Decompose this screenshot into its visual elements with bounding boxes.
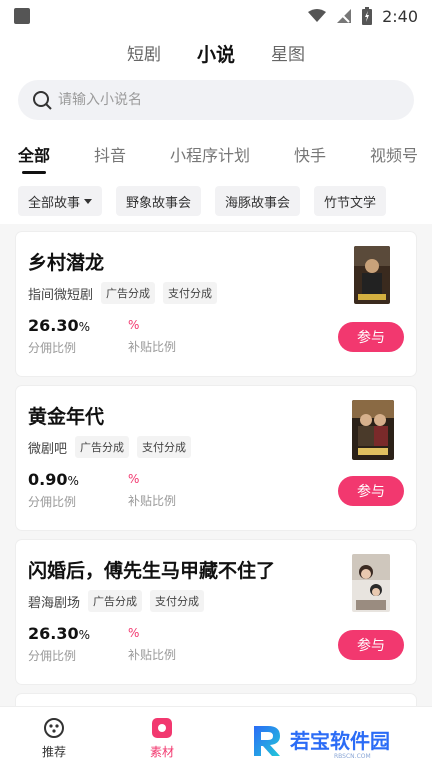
category-kuaishou[interactable]: 快手 — [294, 142, 326, 166]
status-icons: 2:40 — [308, 7, 418, 26]
tag-pay-share: 支付分成 — [163, 282, 218, 304]
battery-icon — [362, 7, 373, 25]
subsidy-label: 补贴比例 — [128, 494, 177, 508]
header-area: 短剧 小说 星图 全部 抖音 小程序计划 快手 视频号 全部故事 野象故事会 海… — [0, 32, 432, 224]
tab-novel[interactable]: 小说 — [197, 42, 235, 68]
search-icon — [33, 91, 52, 110]
status-time: 2:40 — [382, 6, 418, 26]
filter-zhujie[interactable]: 竹节文学 — [314, 186, 387, 216]
search-bar[interactable] — [18, 80, 414, 120]
tag-pay-share: 支付分成 — [150, 590, 205, 612]
category-tabs: 全部 抖音 小程序计划 快手 视频号 — [18, 140, 418, 174]
filter-yexiang[interactable]: 野象故事会 — [116, 186, 202, 216]
filter-haitun[interactable]: 海豚故事会 — [215, 186, 301, 216]
watermark-text: 若宝软件园 — [289, 729, 390, 753]
commission-rate: 26.30% 分佣比例 — [28, 624, 90, 664]
rate-value: 26.30 — [28, 316, 79, 335]
novel-source: 指间微短剧 — [28, 287, 94, 303]
subsidy-unit: % — [128, 318, 140, 332]
watermark-logo: 若宝软件园 RBSCN.COM — [250, 720, 420, 760]
tag-ad-share: 广告分成 — [101, 282, 156, 304]
subsidy-unit: % — [128, 472, 140, 486]
material-icon — [152, 718, 172, 738]
commission-rate: 0.90% 分佣比例 — [28, 470, 79, 510]
filter-label: 野象故事会 — [126, 195, 192, 211]
nav-recommend-label: 推荐 — [41, 745, 66, 759]
novel-source: 碧海剧场 — [28, 595, 81, 611]
novel-cover-image — [352, 400, 394, 460]
status-bar: 2:40 — [0, 0, 432, 32]
search-input[interactable] — [58, 92, 378, 108]
subsidy-rate: % 补贴比例 — [128, 626, 176, 663]
join-button[interactable]: 参与 — [338, 630, 404, 660]
nav-material-label: 素材 — [149, 745, 174, 759]
caret-down-icon — [84, 198, 93, 204]
join-button[interactable]: 参与 — [338, 322, 404, 352]
novel-title: 闪婚后，傅先生马甲藏不住了 — [28, 560, 276, 582]
novel-meta: 碧海剧场 广告分成 支付分成 — [28, 590, 205, 612]
tag-pay-share: 支付分成 — [137, 436, 192, 458]
novel-cover-image — [352, 554, 390, 612]
commission-rate: 26.30% 分佣比例 — [28, 316, 90, 356]
tag-ad-share: 广告分成 — [88, 590, 143, 612]
signal-icon — [337, 9, 352, 23]
novel-meta: 微剧吧 广告分成 支付分成 — [28, 436, 192, 458]
novel-title: 乡村潜龙 — [28, 252, 105, 274]
top-tabs: 短剧 小说 星图 — [0, 42, 432, 68]
subsidy-label: 补贴比例 — [128, 648, 177, 662]
notification-icon — [14, 8, 30, 24]
novel-title: 黄金年代 — [28, 406, 105, 428]
filter-all-stories[interactable]: 全部故事 — [18, 186, 103, 216]
category-all[interactable]: 全部 — [18, 142, 50, 174]
rate-label: 分佣比例 — [28, 649, 77, 663]
novel-card[interactable]: 闪婚后，傅先生马甲藏不住了 碧海剧场 广告分成 支付分成 26.30% 分佣比例… — [16, 540, 416, 684]
rate-unit: % — [78, 628, 91, 642]
rate-value: 0.90 — [28, 470, 68, 489]
subsidy-rate: % 补贴比例 — [128, 472, 176, 509]
subsidy-rate: % 补贴比例 — [128, 318, 176, 355]
rate-label: 分佣比例 — [28, 495, 77, 509]
filter-label: 海豚故事会 — [225, 195, 291, 211]
category-mini-program[interactable]: 小程序计划 — [170, 142, 250, 166]
novel-cover-image — [354, 246, 390, 304]
novel-source: 微剧吧 — [28, 441, 68, 457]
wifi-icon — [308, 9, 327, 22]
rate-unit: % — [67, 474, 79, 488]
novel-card[interactable]: 乡村潜龙 指间微短剧 广告分成 支付分成 26.30% 分佣比例 % 补贴比例 … — [16, 232, 416, 376]
nav-recommend[interactable]: 推荐 — [24, 717, 84, 760]
tag-ad-share: 广告分成 — [75, 436, 130, 458]
novel-meta: 指间微短剧 广告分成 支付分成 — [28, 282, 218, 304]
subsidy-unit: % — [128, 626, 140, 640]
filter-label: 竹节文学 — [324, 195, 377, 211]
watermark-subtext: RBSCN.COM — [334, 753, 371, 760]
tab-star-map[interactable]: 星图 — [271, 42, 305, 68]
rate-value: 26.30 — [28, 624, 79, 643]
join-button[interactable]: 参与 — [338, 476, 404, 506]
nav-material[interactable]: 素材 — [132, 717, 192, 760]
filter-chips: 全部故事 野象故事会 海豚故事会 竹节文学 — [18, 186, 414, 216]
subsidy-label: 补贴比例 — [128, 340, 177, 354]
category-douyin[interactable]: 抖音 — [94, 142, 126, 166]
tab-short-drama[interactable]: 短剧 — [127, 42, 161, 68]
novel-list: 乡村潜龙 指间微短剧 广告分成 支付分成 26.30% 分佣比例 % 补贴比例 … — [16, 232, 416, 734]
category-channels[interactable]: 视频号 — [370, 142, 418, 166]
filter-label: 全部故事 — [28, 195, 81, 211]
novel-card[interactable]: 黄金年代 微剧吧 广告分成 支付分成 0.90% 分佣比例 % 补贴比例 参与 — [16, 386, 416, 530]
rate-label: 分佣比例 — [28, 341, 77, 355]
rate-unit: % — [78, 320, 91, 334]
recommend-icon — [44, 718, 64, 738]
